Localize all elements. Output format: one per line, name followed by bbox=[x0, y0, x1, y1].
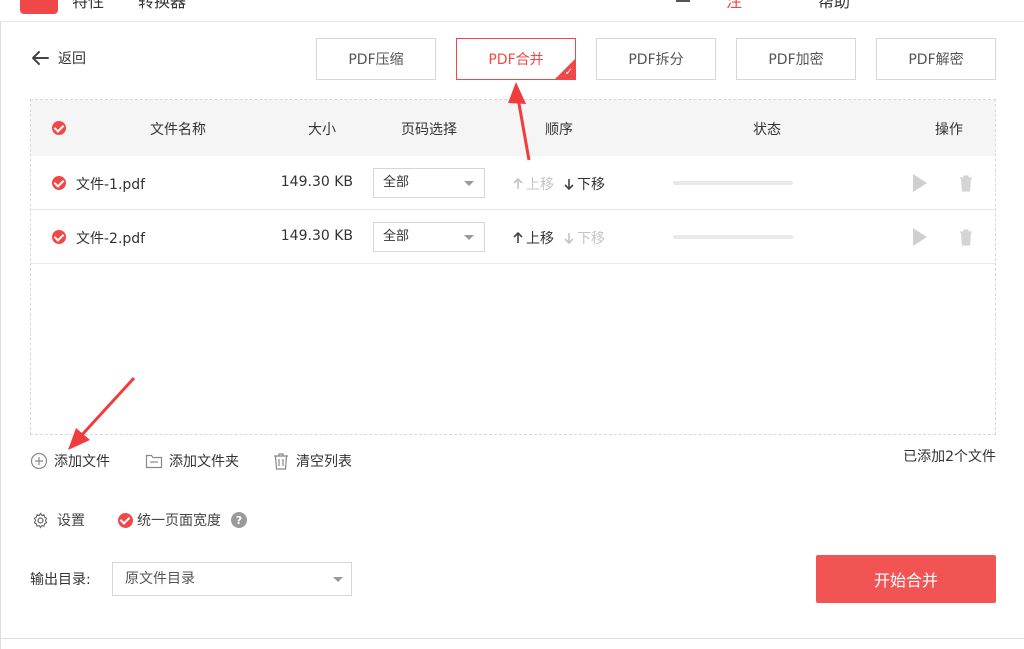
row-checkbox[interactable] bbox=[52, 176, 66, 190]
move-down-button[interactable]: 下移 bbox=[563, 174, 605, 194]
tab-label: PDF解密 bbox=[908, 52, 964, 68]
chevron-down-icon bbox=[333, 577, 343, 582]
page-select[interactable]: 全部 bbox=[373, 168, 485, 198]
tab-pdf-encrypt[interactable]: PDF加密 bbox=[736, 38, 856, 80]
file-table: 文件名称 大小 页码选择 顺序 状态 操作 文件-1.pdf 149.30 KB… bbox=[30, 99, 996, 435]
back-label: 返回 bbox=[58, 51, 86, 67]
arrow-up-icon bbox=[513, 232, 523, 243]
tab-pdf-decrypt[interactable]: PDF解密 bbox=[876, 38, 996, 80]
move-down-button[interactable]: 下移 bbox=[563, 228, 605, 248]
tab-label: PDF压缩 bbox=[348, 52, 404, 68]
header-ops: 操作 bbox=[935, 122, 963, 138]
file-size: 149.30 KB bbox=[280, 174, 353, 190]
add-folder-label: 添加文件夹 bbox=[169, 454, 239, 470]
unify-width-checkbox[interactable]: 统一页面宽度 ? bbox=[118, 510, 247, 530]
trash-outline-icon bbox=[274, 453, 288, 470]
settings-button[interactable]: 设置 bbox=[32, 510, 85, 530]
tab-label: PDF拆分 bbox=[628, 52, 684, 68]
move-up-button[interactable]: 上移 bbox=[512, 228, 554, 248]
move-down-label: 下移 bbox=[577, 231, 605, 247]
add-file-label: 添加文件 bbox=[54, 454, 110, 470]
title-bar: 特性 转换器 注 帮助 — bbox=[0, 0, 1024, 22]
chevron-down-icon bbox=[464, 181, 474, 186]
back-button[interactable]: 返回 bbox=[30, 48, 86, 68]
checked-icon bbox=[118, 512, 133, 528]
window-border-left bbox=[0, 22, 1, 649]
plus-circle-icon bbox=[30, 452, 48, 470]
arrow-down-icon bbox=[564, 179, 574, 190]
select-all-checkbox[interactable] bbox=[52, 121, 66, 135]
move-up-label: 上移 bbox=[526, 231, 554, 247]
settings-label: 设置 bbox=[57, 513, 85, 529]
minimize-button[interactable]: — bbox=[878, 0, 894, 7]
table-header: 文件名称 大小 页码选择 顺序 状态 操作 bbox=[31, 100, 995, 156]
clear-list-button[interactable]: 清空列表 bbox=[272, 451, 352, 471]
app-name: 特性 bbox=[72, 0, 105, 11]
file-name: 文件-2.pdf bbox=[76, 231, 146, 247]
menu-item-help[interactable]: 帮助 bbox=[818, 0, 850, 12]
page-select[interactable]: 全部 bbox=[373, 222, 485, 252]
play-icon[interactable] bbox=[913, 228, 927, 246]
move-down-label: 下移 bbox=[577, 177, 605, 193]
tab-pdf-merge[interactable]: PDF合并 ✓ bbox=[456, 38, 576, 80]
output-dir-value: 原文件目录 bbox=[125, 571, 195, 587]
add-file-button[interactable]: 添加文件 bbox=[30, 451, 110, 471]
table-row: 文件-1.pdf 149.30 KB 全部 上移 下移 bbox=[31, 156, 995, 210]
output-dir-select[interactable]: 原文件目录 bbox=[112, 562, 352, 596]
gear-icon bbox=[33, 511, 48, 529]
added-count: 已添加2个文件 bbox=[903, 449, 996, 465]
header-pages: 页码选择 bbox=[401, 122, 457, 138]
tab-pdf-compress[interactable]: PDF压缩 bbox=[316, 38, 436, 80]
page-select-value: 全部 bbox=[383, 229, 410, 244]
user-icon[interactable] bbox=[676, 0, 690, 2]
tab-label: PDF合并 bbox=[488, 52, 544, 68]
app-subtitle: 转换器 bbox=[138, 0, 187, 11]
header-size: 大小 bbox=[308, 122, 336, 138]
progress-bar bbox=[673, 181, 793, 185]
row-checkbox[interactable] bbox=[52, 230, 66, 244]
arrow-left-icon bbox=[32, 51, 49, 65]
function-tabs: PDF压缩 PDF合并 ✓ PDF拆分 PDF加密 PDF解密 bbox=[316, 38, 996, 80]
play-icon[interactable] bbox=[913, 174, 927, 192]
help-icon[interactable]: ? bbox=[231, 512, 247, 528]
trash-icon[interactable] bbox=[959, 228, 973, 246]
app-logo bbox=[20, 0, 58, 14]
menu-item-register[interactable]: 注 bbox=[726, 0, 742, 12]
tab-pdf-split[interactable]: PDF拆分 bbox=[596, 38, 716, 80]
arrow-up-icon bbox=[513, 178, 523, 189]
header-order: 顺序 bbox=[545, 122, 573, 138]
check-icon: ✓ bbox=[564, 67, 573, 78]
tab-label: PDF加密 bbox=[768, 52, 824, 68]
arrow-down-icon bbox=[564, 233, 574, 244]
page-select-value: 全部 bbox=[383, 175, 410, 190]
folder-icon bbox=[145, 454, 163, 469]
move-up-button[interactable]: 上移 bbox=[512, 174, 554, 194]
header-name: 文件名称 bbox=[150, 122, 206, 138]
chevron-down-icon bbox=[464, 235, 474, 240]
unify-width-label: 统一页面宽度 bbox=[137, 513, 221, 529]
file-size: 149.30 KB bbox=[280, 228, 353, 244]
window-border-bottom bbox=[0, 638, 1024, 639]
start-merge-button[interactable]: 开始合并 bbox=[816, 555, 996, 603]
progress-bar bbox=[673, 235, 793, 239]
table-row: 文件-2.pdf 149.30 KB 全部 上移 下移 bbox=[31, 210, 995, 264]
clear-list-label: 清空列表 bbox=[296, 454, 352, 470]
add-folder-button[interactable]: 添加文件夹 bbox=[145, 451, 239, 471]
output-dir-label: 输出目录: bbox=[30, 572, 91, 588]
header-status: 状态 bbox=[753, 122, 781, 138]
trash-icon[interactable] bbox=[959, 174, 973, 192]
file-name: 文件-1.pdf bbox=[76, 177, 146, 193]
move-up-label: 上移 bbox=[526, 177, 554, 193]
